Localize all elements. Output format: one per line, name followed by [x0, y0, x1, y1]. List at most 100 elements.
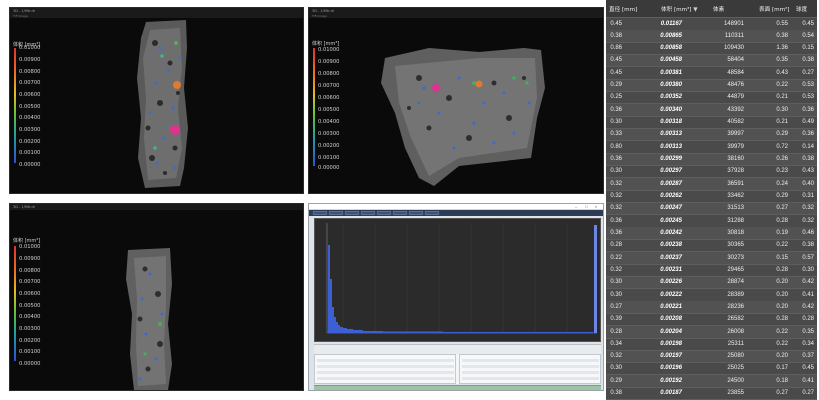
- cell-volume: 0.00197: [660, 353, 682, 360]
- table-row[interactable]: 0.36 0.00340 43392 0.30 0.36: [606, 104, 817, 117]
- column-header-surface[interactable]: 表面 [mm²]: [759, 5, 789, 13]
- cell-diameter: 0.86: [610, 45, 622, 52]
- viewport-3d-top-left[interactable]: 3D - 1/Mtr.dr TIF Image 体积 [mm³] 0.01000…: [9, 7, 304, 194]
- stat-row: [317, 365, 454, 368]
- table-row[interactable]: 0.32 0.00197 25080 0.20 0.37: [606, 350, 817, 364]
- cell-sphericity: 0.42: [802, 279, 814, 286]
- table-row[interactable]: 0.45 0.00458 58404 0.35 0.38: [606, 54, 817, 68]
- cell-volume: 0.00242: [660, 229, 682, 236]
- histogram-toolbar[interactable]: [314, 344, 601, 354]
- toolbar-tab[interactable]: [361, 211, 375, 215]
- cell-surface: 0.28: [776, 217, 788, 224]
- cell-sphericity: 0.40: [802, 180, 814, 187]
- cell-voxels: 26008: [727, 328, 744, 335]
- table-row[interactable]: 0.29 0.00380 48476 0.22 0.53: [606, 79, 817, 93]
- toolbar-tab[interactable]: [425, 211, 439, 215]
- table-row[interactable]: 0.36 0.00242 30818 0.19 0.46: [606, 227, 817, 240]
- minimize-icon[interactable]: –: [575, 204, 577, 209]
- cell-voxels: 43392: [727, 106, 744, 113]
- table-row[interactable]: 0.25 0.00352 44879 0.21 0.53: [606, 92, 817, 105]
- legend-label: 0.00200: [19, 139, 41, 145]
- table-row[interactable]: 0.38 0.00187 23855 0.27 0.27: [606, 388, 817, 400]
- cell-sphericity: 0.30: [802, 266, 814, 273]
- cell-diameter: 0.45: [610, 20, 622, 27]
- histogram-plot[interactable]: [314, 218, 601, 342]
- table-row[interactable]: 0.45 0.01167 148901 0.55 0.45: [606, 18, 817, 31]
- histogram-graphic: [326, 223, 597, 334]
- table-row[interactable]: 0.29 0.00192 24500 0.18 0.41: [606, 375, 817, 388]
- table-row[interactable]: 0.28 0.00204 26008 0.22 0.35: [606, 326, 817, 339]
- table-row[interactable]: 0.80 0.00313 39979 0.72 0.14: [606, 141, 817, 154]
- toolbar-tab[interactable]: [329, 211, 343, 215]
- table-row[interactable]: 0.33 0.00313 39997 0.29 0.36: [606, 128, 817, 142]
- table-row[interactable]: 0.27 0.00221 28236 0.20 0.42: [606, 301, 817, 314]
- table-row[interactable]: 0.30 0.00226 28874 0.20 0.42: [606, 276, 817, 290]
- cell-diameter: 0.45: [610, 57, 622, 64]
- histogram-window[interactable]: – □ ×: [308, 203, 604, 391]
- table-row[interactable]: 0.45 0.00381 48584 0.43 0.27: [606, 67, 817, 80]
- legend-label: 0.00100: [318, 155, 340, 161]
- column-header-sphericity[interactable]: 球度: [796, 5, 807, 13]
- table-row[interactable]: 0.32 0.00287 36591 0.24 0.40: [606, 178, 817, 191]
- cell-voxels: 28389: [727, 291, 744, 298]
- cell-surface: 0.27: [776, 205, 788, 212]
- cell-voxels: 110311: [724, 32, 744, 39]
- table-row[interactable]: 0.86 0.00858 109430 1.36 0.15: [606, 43, 817, 56]
- legend-label: 0.00400: [19, 115, 41, 121]
- legend-color-bar: [14, 246, 16, 361]
- table-row[interactable]: 0.36 0.00299 38160 0.26 0.38: [606, 153, 817, 167]
- table-row[interactable]: 0.34 0.00198 25311 0.22 0.34: [606, 338, 817, 351]
- legend-label: 0.01000: [19, 45, 41, 51]
- viewport-3d-bottom-left[interactable]: 3D - 1/Mtr.dr 体积 [mm³] 0.01000 0.00900 0…: [9, 203, 304, 391]
- cell-diameter: 0.36: [610, 229, 622, 236]
- table-row[interactable]: 0.28 0.00238 30365 0.22 0.38: [606, 240, 817, 253]
- toolbar-tab[interactable]: [313, 211, 327, 215]
- cell-volume: 0.00196: [660, 365, 682, 372]
- maximize-icon[interactable]: □: [585, 204, 587, 209]
- column-header-diameter[interactable]: 直径 [mm]: [609, 5, 637, 13]
- cell-sphericity: 0.46: [802, 229, 814, 236]
- table-row[interactable]: 0.39 0.00208 26582 0.28 0.28: [606, 314, 817, 327]
- cell-surface: 0.55: [776, 20, 788, 27]
- cell-volume: 0.00208: [660, 316, 682, 323]
- viewport-3d-top-right[interactable]: 3D - 1/Mtr.dr TIF Image 体积 [mm³] 0.01000…: [308, 7, 604, 194]
- cell-surface: 0.22: [776, 340, 788, 347]
- legend-label: 0.00500: [19, 303, 41, 309]
- table-row[interactable]: 0.32 0.00262 33462 0.29 0.31: [606, 190, 817, 203]
- toolbar-tab[interactable]: [409, 211, 423, 215]
- legend-label: 0.00000: [19, 162, 41, 168]
- defect-table[interactable]: 直径 [mm] 体积 [mm³] ▼ 体素 表面 [mm²] 球度 0.45 0.…: [606, 0, 817, 400]
- cell-surface: 0.17: [776, 365, 788, 372]
- table-row[interactable]: 0.32 0.00247 31513 0.27 0.32: [606, 202, 817, 216]
- cell-sphericity: 0.43: [802, 168, 814, 175]
- column-header-volume[interactable]: 体积 [mm³] ▼: [661, 5, 698, 13]
- table-row[interactable]: 0.30 0.00297 37928 0.23 0.43: [606, 166, 817, 179]
- table-row[interactable]: 0.30 0.00222 28389 0.20 0.41: [606, 289, 817, 302]
- cell-diameter: 0.36: [610, 217, 622, 224]
- cell-volume: 0.00198: [660, 340, 682, 347]
- cell-surface: 0.23: [776, 168, 788, 175]
- cell-sphericity: 0.35: [802, 328, 814, 335]
- cell-diameter: 0.27: [610, 303, 622, 310]
- column-header-voxels[interactable]: 体素: [713, 5, 724, 13]
- cell-volume: 0.00340: [660, 106, 682, 113]
- table-row[interactable]: 0.32 0.00231 29465 0.28 0.30: [606, 264, 817, 277]
- cell-surface: 0.28: [776, 266, 788, 273]
- cell-voxels: 31288: [727, 217, 744, 224]
- table-row[interactable]: 0.30 0.00196 25025 0.17 0.45: [606, 363, 817, 376]
- table-row[interactable]: 0.36 0.00245 31288 0.28 0.32: [606, 215, 817, 228]
- table-row[interactable]: 0.38 0.00865 110311 0.38 0.54: [606, 30, 817, 43]
- cell-sphericity: 0.15: [802, 45, 814, 52]
- table-row[interactable]: 0.30 0.00318 40582 0.21 0.49: [606, 117, 817, 130]
- toolbar-tab[interactable]: [393, 211, 407, 215]
- table-row[interactable]: 0.22 0.00237 30273 0.15 0.57: [606, 252, 817, 265]
- close-icon[interactable]: ×: [595, 204, 597, 209]
- sample-render: [126, 248, 172, 390]
- cell-volume: 0.00262: [660, 192, 682, 199]
- cell-surface: 0.18: [776, 377, 788, 384]
- cell-volume: 0.00858: [660, 45, 682, 52]
- toolbar-tab[interactable]: [345, 211, 359, 215]
- toolbar-tab[interactable]: [377, 211, 391, 215]
- cell-sphericity: 0.41: [802, 377, 814, 384]
- cell-diameter: 0.30: [610, 119, 622, 126]
